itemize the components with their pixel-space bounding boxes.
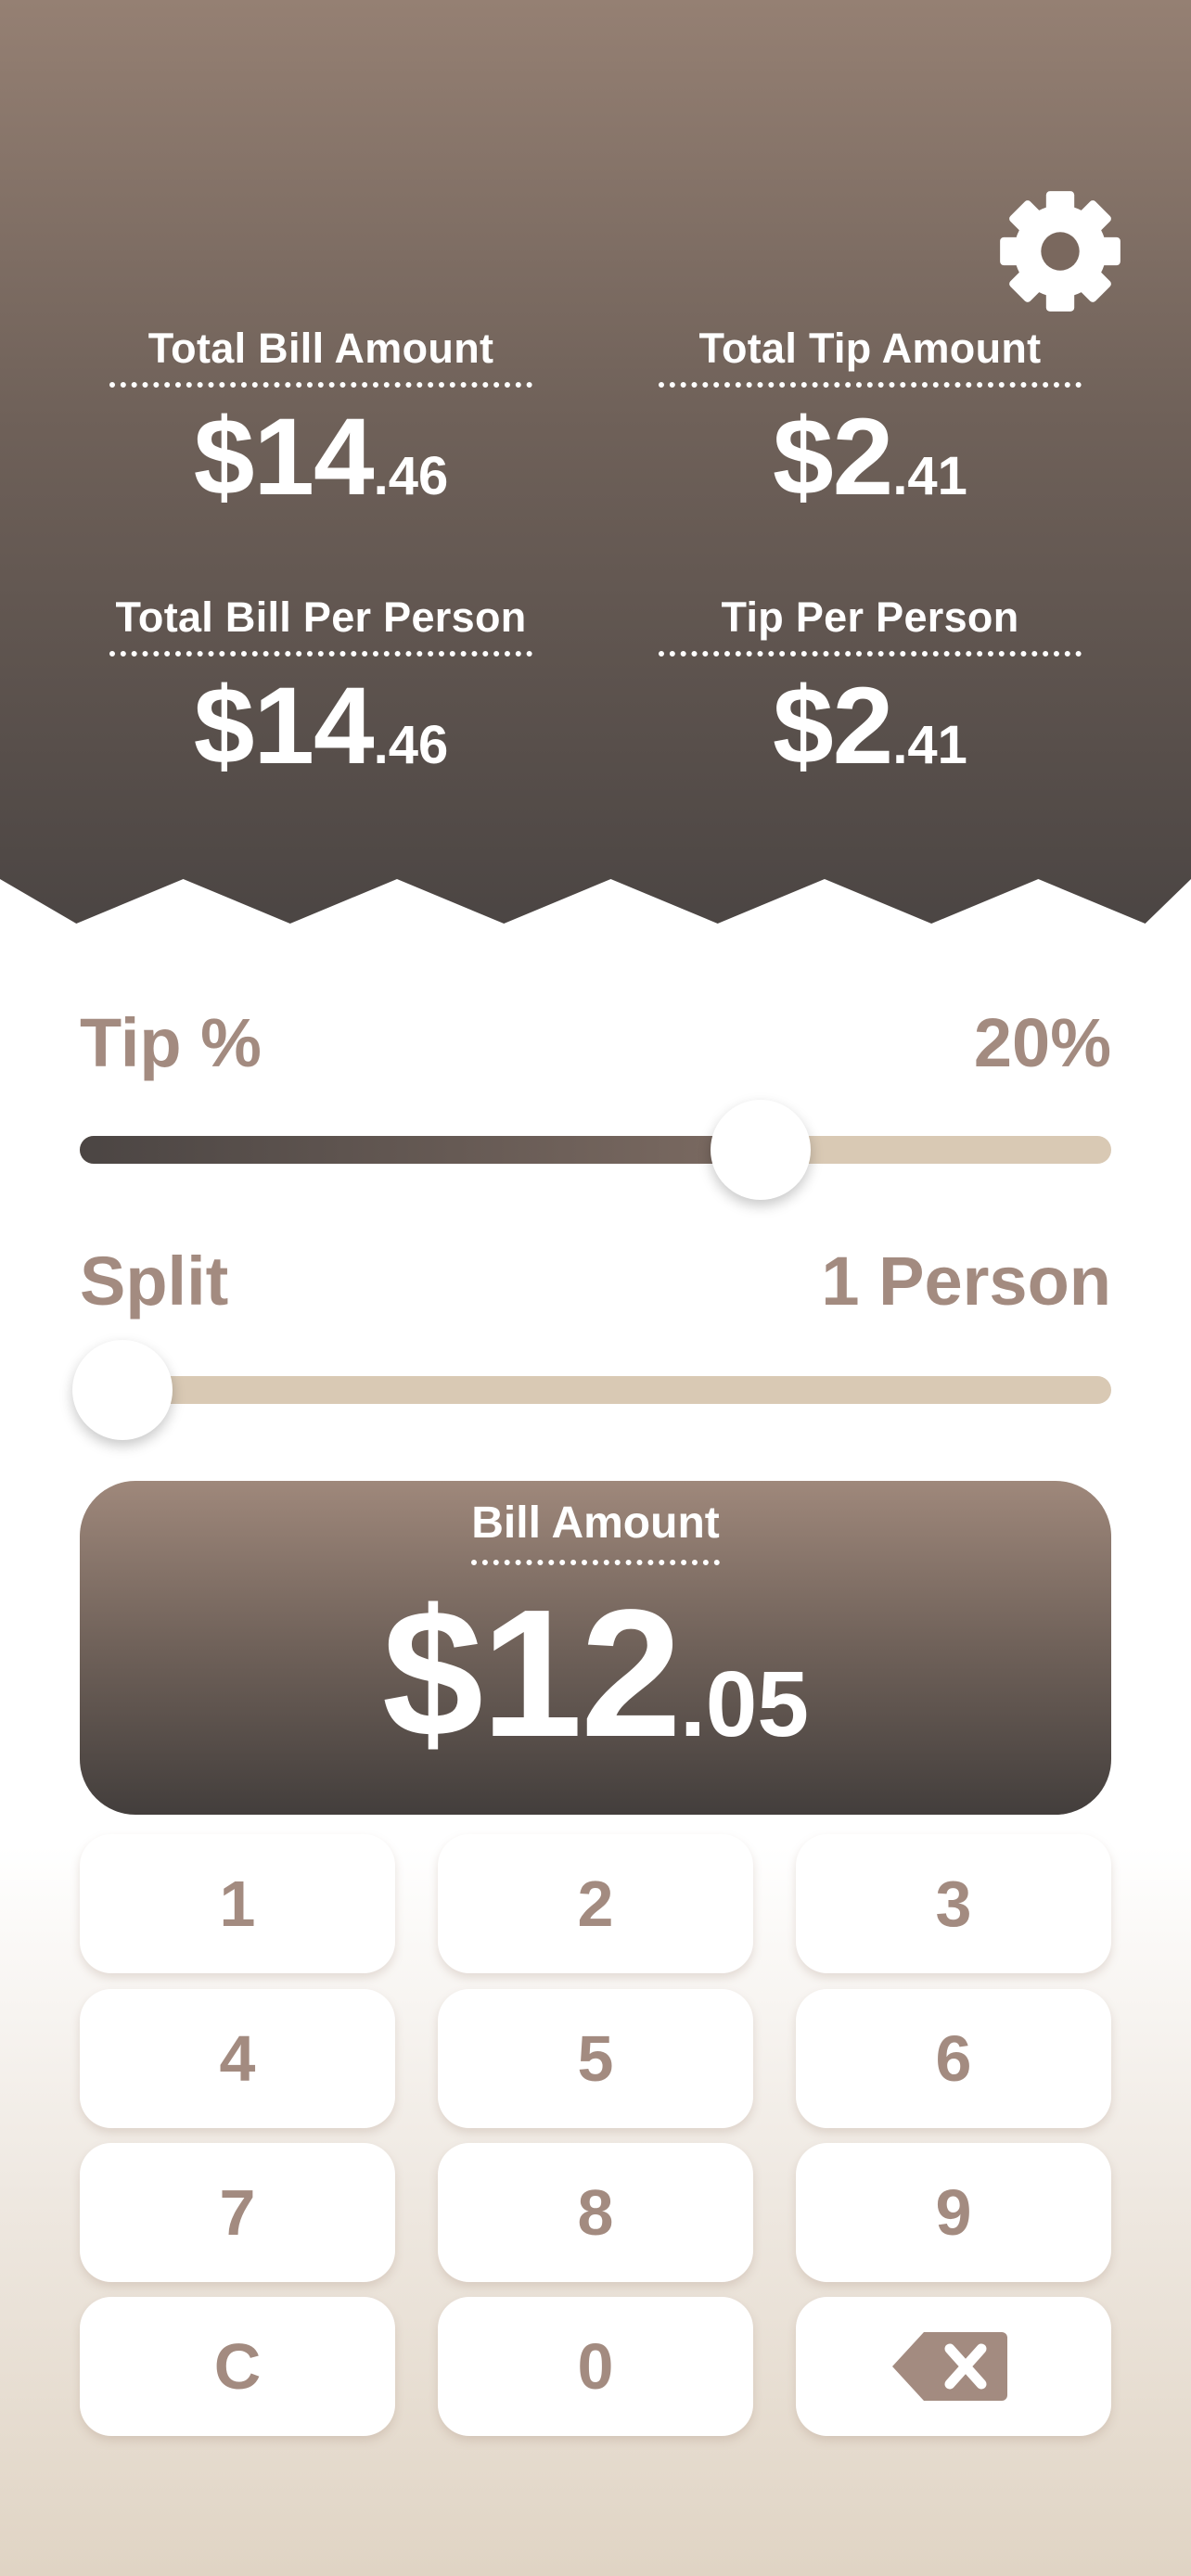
bill-per-person-stat: Total Bill Per Person $14.46 — [98, 593, 544, 781]
bill-amount-display: Bill Amount $12.05 — [80, 1481, 1111, 1815]
key-2[interactable]: 2 — [438, 1834, 753, 1973]
split-label: Split — [80, 1243, 229, 1320]
total-bill-cents: .46 — [373, 446, 449, 506]
bill-amount-whole: $12 — [381, 1572, 682, 1775]
total-tip-cents: .41 — [892, 446, 967, 506]
total-bill-label: Total Bill Amount — [109, 325, 532, 388]
split-slider-knob[interactable] — [72, 1340, 173, 1440]
key-4[interactable]: 4 — [80, 1989, 395, 2128]
key-1[interactable]: 1 — [80, 1834, 395, 1973]
total-tip-label: Total Tip Amount — [659, 325, 1082, 388]
key-5[interactable]: 5 — [438, 1989, 753, 2128]
total-tip-whole: $2 — [773, 396, 893, 518]
split-slider-track[interactable] — [80, 1376, 1111, 1404]
key-6[interactable]: 6 — [796, 1989, 1111, 2128]
tip-per-person-amount: $2.41 — [647, 671, 1093, 781]
tip-label: Tip % — [80, 1004, 262, 1081]
bill-per-person-amount: $14.46 — [98, 671, 544, 781]
key-3[interactable]: 3 — [796, 1834, 1111, 1973]
bill-amount-cents: .05 — [680, 1652, 810, 1756]
tip-per-person-stat: Tip Per Person $2.41 — [647, 593, 1093, 781]
tip-value: 20% — [973, 1004, 1111, 1081]
total-bill-whole: $14 — [193, 396, 375, 518]
total-tip-stat: Total Tip Amount $2.41 — [647, 325, 1093, 512]
tip-per-person-label: Tip Per Person — [659, 593, 1082, 657]
bill-per-person-cents: .46 — [373, 715, 449, 775]
key-9[interactable]: 9 — [796, 2143, 1111, 2282]
tip-slider-fill — [80, 1136, 761, 1164]
bill-amount-value: $12.05 — [80, 1583, 1111, 1765]
gear-icon[interactable] — [996, 187, 1124, 315]
tip-slider-knob[interactable] — [710, 1100, 811, 1200]
backspace-icon — [892, 2332, 1007, 2401]
total-bill-stat: Total Bill Amount $14.46 — [98, 325, 544, 512]
bill-per-person-label: Total Bill Per Person — [109, 593, 532, 657]
total-tip-amount: $2.41 — [647, 402, 1093, 512]
key-clear[interactable]: C — [80, 2297, 395, 2436]
tip-per-person-whole: $2 — [773, 665, 893, 787]
split-value: 1 Person — [821, 1243, 1111, 1320]
key-8[interactable]: 8 — [438, 2143, 753, 2282]
bill-amount-label: Bill Amount — [471, 1498, 720, 1565]
key-7[interactable]: 7 — [80, 2143, 395, 2282]
key-0[interactable]: 0 — [438, 2297, 753, 2436]
tip-per-person-cents: .41 — [892, 715, 967, 775]
backspace-button[interactable] — [796, 2297, 1111, 2436]
total-bill-amount: $14.46 — [98, 402, 544, 512]
bill-per-person-whole: $14 — [193, 665, 375, 787]
